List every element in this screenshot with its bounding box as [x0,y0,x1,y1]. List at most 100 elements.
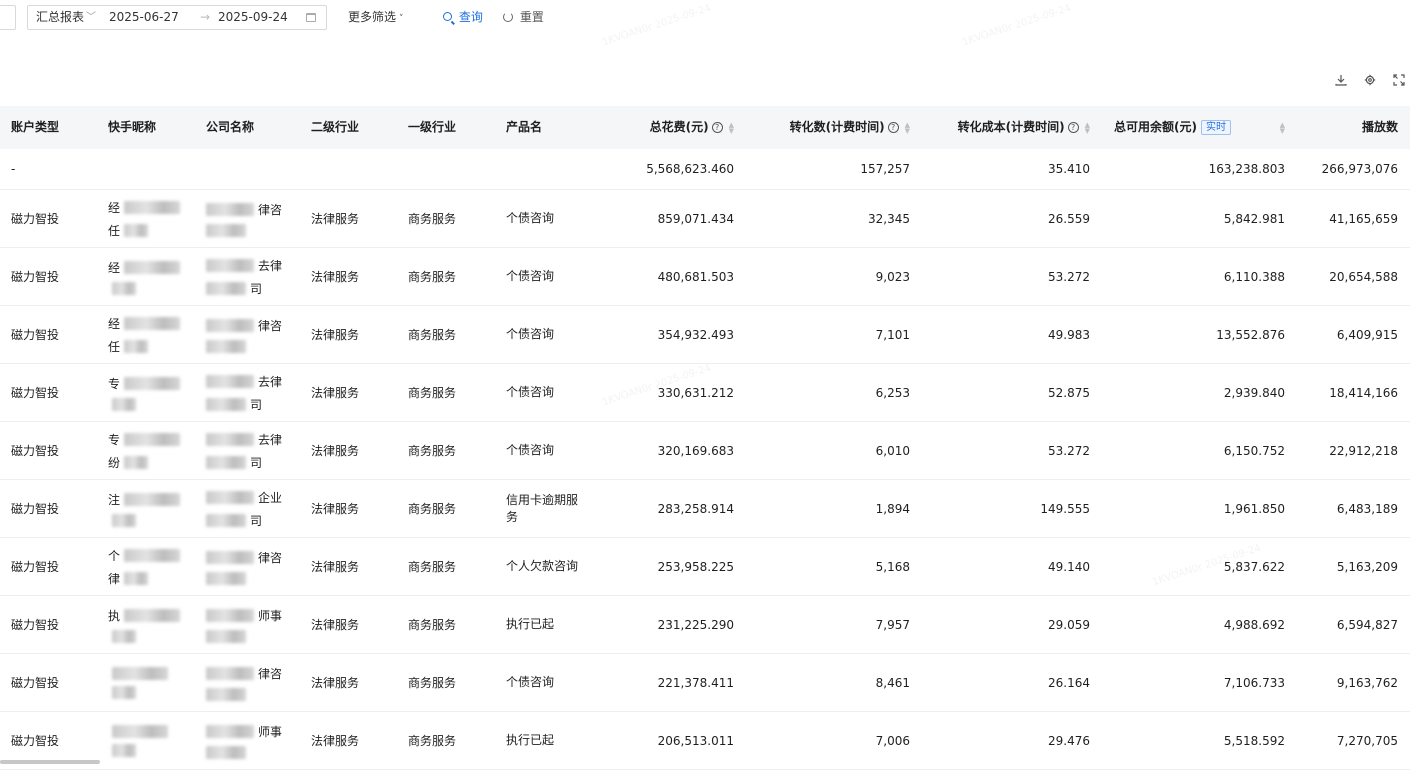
cell-industry-1: 商务服务 [408,212,457,226]
cell-product: 个债咨询 [506,675,555,689]
nickname-visible-part: 任 [108,223,121,238]
cell-company: 师事 [206,596,306,653]
cell-conversions: 6,010 [875,443,910,458]
nickname-visible-part: 专 [108,376,121,391]
cell-industry-2: 法律服务 [311,444,360,458]
sort-icon[interactable]: ▲ ▼ [905,121,910,134]
col-kuaishou-nickname: 快手昵称 [108,120,157,134]
date-start-input[interactable]: 2025-06-27 [109,6,179,29]
sort-icon[interactable]: ▲ ▼ [1280,121,1285,134]
horizontal-scrollbar[interactable] [0,760,100,764]
nickname-visible-part: 经 [108,200,121,215]
col-conversions[interactable]: 转化数(计费时间)? ▲ ▼ [760,106,910,149]
calendar-icon[interactable] [306,13,316,22]
redacted-text [206,687,246,701]
redacted-text [206,608,254,622]
cell-total-spend: 221,378.411 [657,675,734,690]
cell-product: 执行已起 [506,733,555,747]
col-product-name: 产品名 [506,120,543,134]
nickname-visible-part: 经 [108,316,121,331]
cell-total-spend: 354,932.493 [657,327,734,342]
help-icon[interactable]: ? [1067,122,1079,133]
redacted-text [112,513,136,527]
cell-conversion-cost: 29.059 [1048,617,1090,632]
cell-industry-1: 商务服务 [408,734,457,748]
cell-conversion-cost: 26.559 [1048,211,1090,226]
reset-button[interactable]: 重置 [503,5,544,30]
reset-label: 重置 [519,10,544,24]
cell-total-spend: 480,681.503 [657,269,734,284]
cell-product: 个债咨询 [506,327,555,341]
cell-account-type: 磁力智投 [11,560,60,574]
cell-account-type: 磁力智投 [11,212,60,226]
nickname-visible-part: 律 [108,571,121,586]
cell-conversions: 9,023 [875,269,910,284]
redacted-text [206,571,246,585]
redacted-text [206,666,254,680]
fullscreen-icon[interactable] [1392,74,1406,88]
redacted-text [206,339,246,353]
redacted-text [124,608,181,622]
more-filter-button[interactable]: 更多筛选 ˅ [348,5,404,30]
company-visible-part: 司 [250,281,263,296]
company-visible-part: 司 [250,397,263,412]
table-row[interactable]: 磁力智投 个律 律咨 法律服务 商务服务 个人欠款咨询 253,958.225 5,168 49… [0,538,1410,596]
chevron-down-icon[interactable]: ﹀ [86,6,96,29]
date-end-input[interactable]: 2025-09-24 [218,6,288,29]
download-icon[interactable] [1334,74,1348,88]
col-available-balance[interactable]: 总可用余额(元) 实时 ▲ ▼ [1100,106,1285,149]
cell-plays: 6,594,827 [1336,617,1398,632]
cell-product: 个债咨询 [506,211,555,225]
col-conversions-label: 转化数(计费时间) [789,120,885,134]
cell-total-spend: 330,631.212 [657,385,734,400]
table-row[interactable]: 磁力智投注企业司法律服务 商务服务 信用卡逾期服务 283,258.914 1,894 1… [0,480,1410,538]
cell-total-spend: 283,258.914 [657,501,734,516]
search-icon [443,12,452,21]
cell-conversions: 1,894 [875,501,910,516]
col-available-balance-label: 总可用余额(元) [1114,120,1197,134]
table-row[interactable]: 磁力智投 师事 法律服务 商务服务 执行已起 206,513.011 7,006 29.476… [0,712,1410,770]
cell-balance: 13,552.876 [1216,327,1285,342]
cell-conversions: 7,101 [875,327,910,342]
chevron-down-icon: ˅ [399,14,404,24]
report-date-range-picker[interactable]: 汇总报表 ﹀ 2025-06-27 → 2025-09-24 [27,5,327,30]
col-total-spend[interactable]: 总花费(元)? ▲ ▼ [600,106,734,149]
collapsed-filter-input[interactable] [0,5,16,30]
report-type-select[interactable]: 汇总报表 [36,6,84,29]
table-row[interactable]: 磁力智投经去律司法律服务 商务服务 个债咨询 480,681.503 9,023 53.2… [0,248,1410,306]
sort-icon[interactable]: ▲ ▼ [1085,121,1090,134]
nickname-visible-part: 注 [108,492,121,507]
summary-account-type: - [11,162,16,176]
redacted-text [206,281,246,295]
summary-total-spend: 5,568,623.460 [646,162,734,176]
summary-balance: 163,238.803 [1208,162,1285,176]
cell-balance: 5,518.592 [1223,733,1285,748]
table-row[interactable]: 磁力智投 执 师事 法律服务 商务服务 执行已起 231,225.290 7,957 29.05… [0,596,1410,654]
cell-balance: 2,939.840 [1223,385,1285,400]
table-row[interactable]: 磁力智投 经任 律咨 法律服务 商务服务 个债咨询 354,932.493 7,101 49.9… [0,306,1410,364]
sort-icon[interactable]: ▲ ▼ [729,121,734,134]
cell-industry-2: 法律服务 [311,618,360,632]
redacted-text [206,432,254,446]
cell-nickname: 经任 [108,306,198,363]
query-button[interactable]: 查询 [443,5,483,30]
cell-balance: 1,961.850 [1223,501,1285,516]
col-conversion-cost[interactable]: 转化成本(计费时间)? ▲ ▼ [930,106,1090,149]
cell-company: 律咨 [206,190,306,247]
redacted-text [112,629,136,643]
cell-company: 去律司 [206,248,306,305]
cell-total-spend: 231,225.290 [657,617,734,632]
nickname-visible-part: 纷 [108,455,121,470]
nickname-visible-part: 经 [108,260,121,275]
redacted-text [206,258,254,272]
table-row[interactable]: 磁力智投专纷去律司法律服务 商务服务 个债咨询 320,169.683 6,010 53.… [0,422,1410,480]
table-row[interactable]: 磁力智投 律咨 法律服务 商务服务 个债咨询 221,378.411 8,461 26.164… [0,654,1410,712]
redacted-text [124,571,149,585]
company-visible-part: 企业 [258,490,283,505]
settings-icon[interactable] [1363,74,1377,88]
cell-nickname [108,654,198,711]
table-row[interactable]: 磁力智投 经任 律咨 法律服务 商务服务 个债咨询 859,071.434 32,345 26.… [0,190,1410,248]
table-row[interactable]: 磁力智投专去律司法律服务 商务服务 个债咨询 330,631.212 6,253 52.8… [0,364,1410,422]
help-icon[interactable]: ? [711,122,723,133]
help-icon[interactable]: ? [887,122,899,133]
